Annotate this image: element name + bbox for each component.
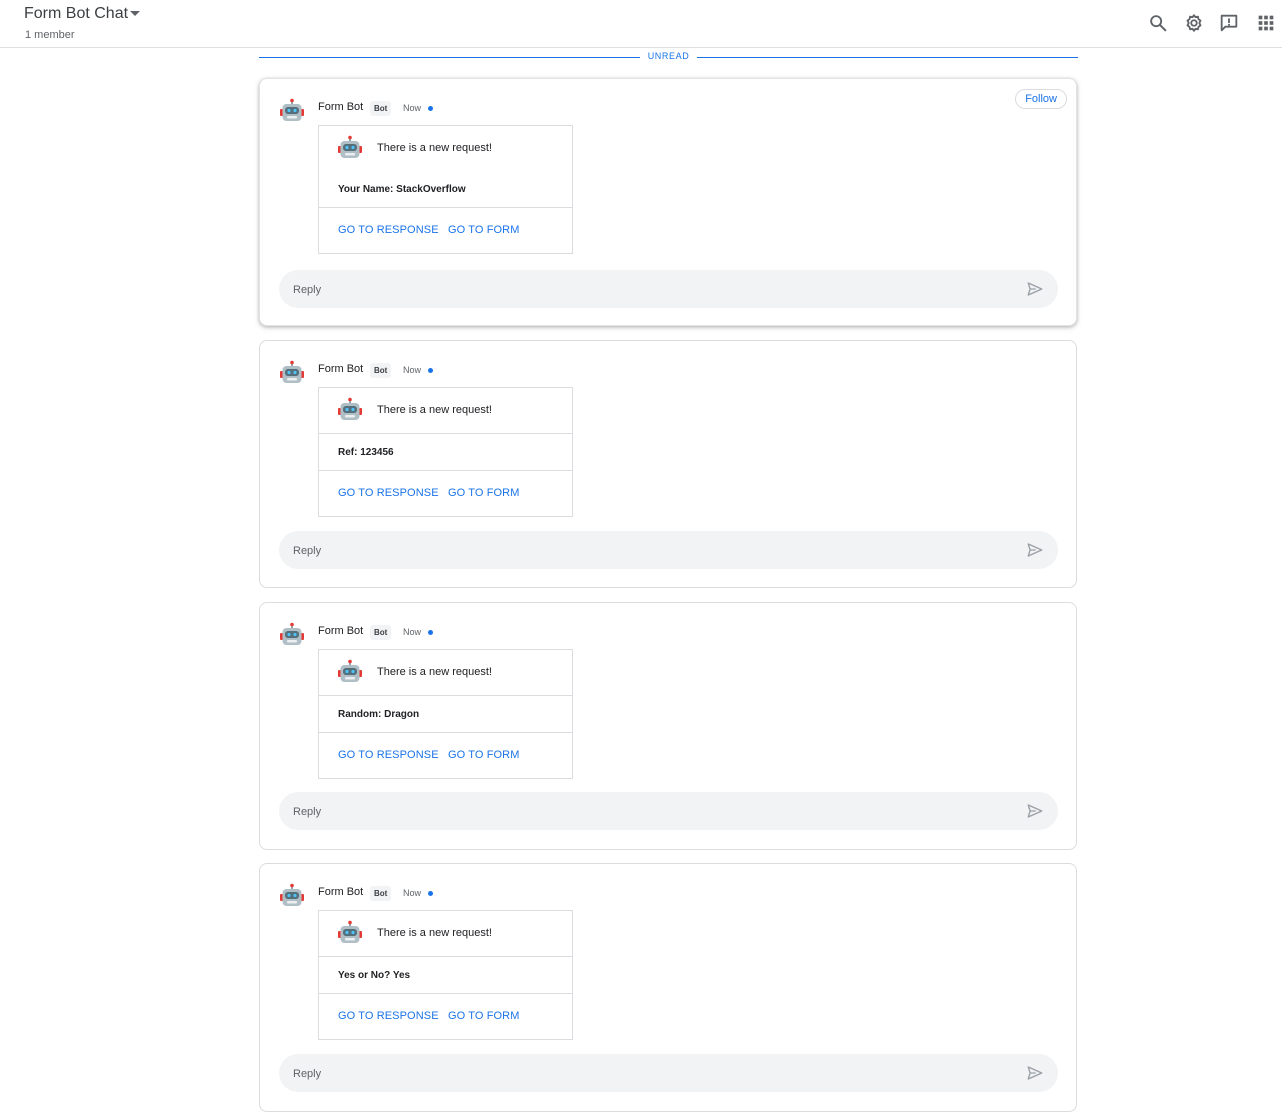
card-header-text: There is a new request! xyxy=(377,666,492,678)
card-field: Ref: 123456 xyxy=(319,433,572,470)
timestamp: Now xyxy=(403,103,422,113)
card-field: Your Name: StackOverflow xyxy=(319,171,572,207)
robot-avatar-icon xyxy=(279,360,305,386)
send-icon[interactable] xyxy=(1026,802,1044,820)
robot-avatar-icon xyxy=(279,883,305,909)
timestamp: Now xyxy=(403,888,422,898)
sender-name[interactable]: Form Bot xyxy=(318,363,363,375)
bot-card: There is a new request! Yes or No? Yes G… xyxy=(318,910,573,1040)
apps-grid-icon[interactable] xyxy=(1255,12,1277,34)
bot-card: There is a new request! Your Name: Stack… xyxy=(318,125,573,254)
reply-box xyxy=(279,1054,1058,1094)
robot-avatar-icon xyxy=(279,622,305,648)
unread-dot xyxy=(428,368,433,373)
go-to-response-button[interactable]: GO TO RESPONSE xyxy=(338,1010,439,1022)
unread-divider: UNREAD xyxy=(259,51,1078,65)
robot-icon xyxy=(337,397,363,423)
card-header: There is a new request! xyxy=(319,126,572,171)
reply-input[interactable] xyxy=(291,792,995,832)
card-field: Random: Dragon xyxy=(319,695,572,732)
room-title[interactable]: Form Bot Chat xyxy=(24,5,128,23)
card-field-text: Ref: 123456 xyxy=(338,447,394,458)
message-thread: Form Bot Bot Now Follow There is a new r… xyxy=(259,78,1077,326)
bot-badge: Bot xyxy=(370,101,392,116)
sender-name[interactable]: Form Bot xyxy=(318,886,363,898)
robot-icon xyxy=(337,920,363,946)
card-field-text: Random: Dragon xyxy=(338,709,420,720)
card-header: There is a new request! xyxy=(319,911,572,956)
sender-name[interactable]: Form Bot xyxy=(318,625,363,637)
card-field-text: Your Name: StackOverflow xyxy=(338,184,466,195)
card-buttons: GO TO RESPONSE GO TO FORM xyxy=(319,470,572,516)
robot-icon xyxy=(337,659,363,685)
go-to-response-button[interactable]: GO TO RESPONSE xyxy=(338,224,439,236)
reply-input[interactable] xyxy=(291,270,995,310)
room-menu-caret-icon[interactable] xyxy=(130,11,140,16)
bot-badge: Bot xyxy=(370,363,392,378)
member-count[interactable]: 1 member xyxy=(25,29,75,41)
bot-badge: Bot xyxy=(370,886,392,901)
card-field-text: Yes or No? Yes xyxy=(338,970,411,981)
reply-box xyxy=(279,792,1058,832)
chat-header: Form Bot Chat 1 member xyxy=(0,0,1282,48)
search-icon[interactable] xyxy=(1147,12,1169,34)
send-icon[interactable] xyxy=(1026,1064,1044,1082)
message-thread: Form Bot Bot Now There is a new request!… xyxy=(259,863,1077,1112)
message-thread: Form Bot Bot Now There is a new request!… xyxy=(259,602,1077,850)
go-to-form-button[interactable]: GO TO FORM xyxy=(448,1010,520,1022)
unread-dot xyxy=(428,630,433,635)
divider-line-left xyxy=(259,57,640,58)
unread-dot xyxy=(428,106,433,111)
settings-icon[interactable] xyxy=(1183,12,1205,34)
go-to-response-button[interactable]: GO TO RESPONSE xyxy=(338,487,439,499)
card-buttons: GO TO RESPONSE GO TO FORM xyxy=(319,993,572,1039)
go-to-form-button[interactable]: GO TO FORM xyxy=(448,487,520,499)
timestamp: Now xyxy=(403,365,422,375)
card-header-text: There is a new request! xyxy=(377,927,492,939)
card-header-text: There is a new request! xyxy=(377,404,492,416)
card-field: Yes or No? Yes xyxy=(319,956,572,993)
timestamp: Now xyxy=(403,627,422,637)
reply-input[interactable] xyxy=(291,531,995,571)
card-buttons: GO TO RESPONSE GO TO FORM xyxy=(319,207,572,253)
unread-dot xyxy=(428,891,433,896)
robot-avatar-icon xyxy=(279,98,305,124)
send-icon[interactable] xyxy=(1026,541,1044,559)
message-thread: Form Bot Bot Now There is a new request!… xyxy=(259,340,1077,588)
robot-icon xyxy=(337,135,363,161)
bot-card: There is a new request! Ref: 123456 GO T… xyxy=(318,387,573,517)
go-to-form-button[interactable]: GO TO FORM xyxy=(448,224,520,236)
go-to-response-button[interactable]: GO TO RESPONSE xyxy=(338,749,439,761)
reply-box xyxy=(279,270,1058,310)
bot-card: There is a new request! Random: Dragon G… xyxy=(318,649,573,779)
follow-button[interactable]: Follow xyxy=(1015,89,1067,109)
feedback-icon[interactable] xyxy=(1218,12,1240,34)
sender-name[interactable]: Form Bot xyxy=(318,101,363,113)
unread-label: UNREAD xyxy=(647,51,690,61)
card-header-text: There is a new request! xyxy=(377,142,492,154)
card-header: There is a new request! xyxy=(319,388,572,433)
card-header: There is a new request! xyxy=(319,650,572,695)
reply-box xyxy=(279,531,1058,571)
divider-line-right xyxy=(697,57,1078,58)
bot-badge: Bot xyxy=(370,625,392,640)
card-buttons: GO TO RESPONSE GO TO FORM xyxy=(319,732,572,778)
reply-input[interactable] xyxy=(291,1054,995,1094)
send-icon[interactable] xyxy=(1026,280,1044,298)
go-to-form-button[interactable]: GO TO FORM xyxy=(448,749,520,761)
